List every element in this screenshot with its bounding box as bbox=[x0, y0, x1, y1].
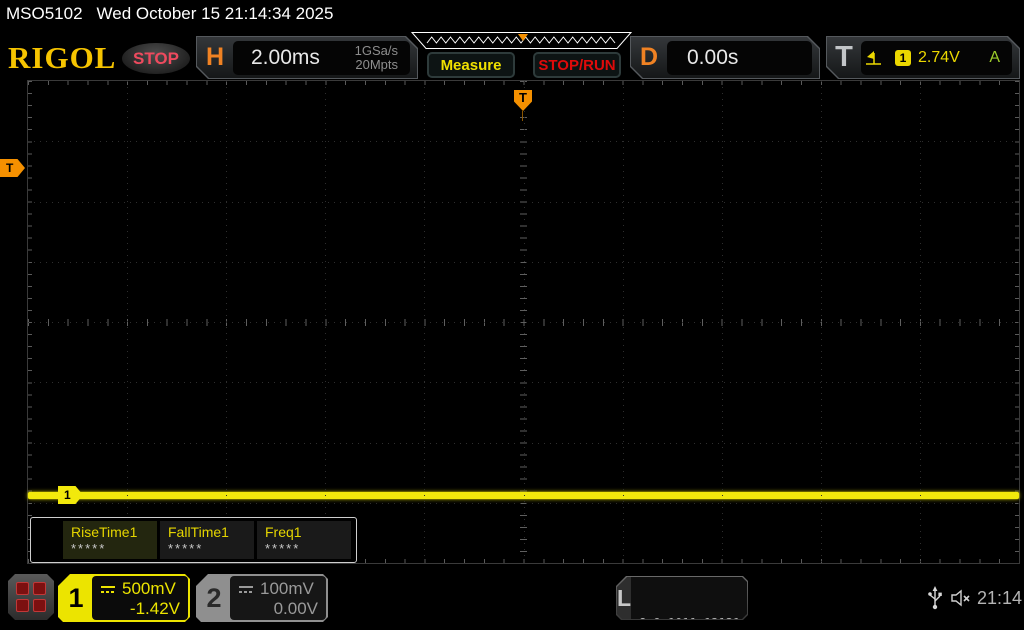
trigger-sweep-mode: A bbox=[989, 48, 1000, 66]
channel1-offset: -1.42V bbox=[129, 599, 180, 618]
channel2-offset: 0.00V bbox=[273, 599, 318, 618]
graticule-hline bbox=[28, 322, 1019, 323]
graticule-hline bbox=[28, 141, 1019, 143]
run-state-badge: STOP bbox=[122, 43, 190, 74]
channel2-number: 2 bbox=[206, 582, 222, 613]
graticule-hline bbox=[28, 502, 1019, 504]
measurement-item-freq[interactable]: Freq1 ***** bbox=[257, 521, 351, 559]
grid-icon bbox=[16, 582, 46, 612]
channel2-scale: 100mV bbox=[260, 579, 314, 598]
trigger-level-value: 2.74V bbox=[918, 48, 960, 66]
trigger-panel[interactable]: T 1 2.74V A bbox=[826, 36, 1020, 79]
usb-icon bbox=[928, 586, 942, 610]
status-clock: 21:14 bbox=[977, 588, 1023, 608]
measurement-value: ***** bbox=[265, 541, 301, 556]
function-navigation-button[interactable] bbox=[8, 574, 54, 620]
dc-coupling-icon bbox=[238, 584, 254, 595]
measurement-item-falltime[interactable]: FallTime1 ***** bbox=[160, 521, 254, 559]
horizontal-panel[interactable]: H 2.00ms 1GSa/s 20Mpts bbox=[196, 36, 418, 79]
oscilloscope-screen: MSO5102 Wed October 15 21:14:34 2025 RIG… bbox=[0, 0, 1024, 630]
stop-run-button[interactable]: STOP/RUN bbox=[533, 52, 621, 78]
rising-edge-icon bbox=[865, 50, 883, 66]
graticule-hline bbox=[28, 442, 1019, 444]
channel2-widget[interactable]: 2 100mV 0.00V bbox=[196, 574, 328, 622]
channel1-scale: 500mV bbox=[122, 579, 176, 598]
rigol-logo: RIGOL bbox=[8, 40, 117, 75]
timebase-value: 2.00ms bbox=[251, 45, 320, 69]
measurement-label: FallTime1 bbox=[168, 524, 229, 540]
trigger-source-badge: 1 bbox=[895, 50, 911, 66]
graticule-hline bbox=[28, 382, 1019, 384]
trigger-position-marker-tail bbox=[522, 111, 523, 121]
channel1-widget[interactable]: 1 500mV -1.42V bbox=[58, 574, 190, 622]
graticule-hline bbox=[28, 261, 1019, 263]
graticule-hline bbox=[28, 201, 1019, 203]
graticule bbox=[27, 80, 1020, 564]
measurement-value: ***** bbox=[168, 541, 204, 556]
memory-depth: 20Mpts bbox=[355, 56, 398, 72]
datetime: Wed October 15 21:14:34 2025 bbox=[96, 4, 334, 23]
trigger-level-marker[interactable]: T bbox=[0, 159, 25, 177]
waveform-overview-strip[interactable] bbox=[410, 32, 634, 50]
horizontal-label: H bbox=[205, 43, 225, 71]
measure-button[interactable]: Measure bbox=[427, 52, 515, 78]
model-name: MSO5102 bbox=[6, 4, 83, 23]
measurement-item-risetime[interactable]: RiseTime1 ***** bbox=[63, 521, 157, 559]
speaker-muted-icon[interactable] bbox=[950, 589, 972, 607]
logic-row2: 8 9 1011 12131415 bbox=[639, 616, 762, 630]
logic-row1: 0 1 2 3 4 5 6 7 bbox=[639, 565, 755, 579]
logic-analyzer-widget[interactable]: L 0 1 2 3 4 5 6 7 8 9 1011 12131415 bbox=[616, 576, 748, 620]
logic-label: L bbox=[617, 584, 632, 611]
top-info-bar: MSO5102 Wed October 15 21:14:34 2025 bbox=[0, 0, 1024, 28]
acquisition-rates: 1GSa/s 20Mpts bbox=[355, 44, 400, 72]
delay-panel[interactable]: D 0.00s bbox=[630, 36, 820, 79]
delay-value: 0.00s bbox=[687, 45, 739, 69]
dc-coupling-icon bbox=[100, 584, 116, 595]
measurement-label: Freq1 bbox=[265, 524, 302, 540]
measurement-label: RiseTime1 bbox=[71, 524, 138, 540]
delay-label: D bbox=[639, 43, 659, 71]
sample-rate: 1GSa/s bbox=[354, 42, 398, 58]
measurement-panel: RiseTime1 ***** FallTime1 ***** Freq1 **… bbox=[30, 517, 357, 563]
trigger-label: T bbox=[835, 41, 853, 73]
channel1-number: 1 bbox=[68, 582, 84, 613]
measurement-value: ***** bbox=[71, 541, 107, 556]
